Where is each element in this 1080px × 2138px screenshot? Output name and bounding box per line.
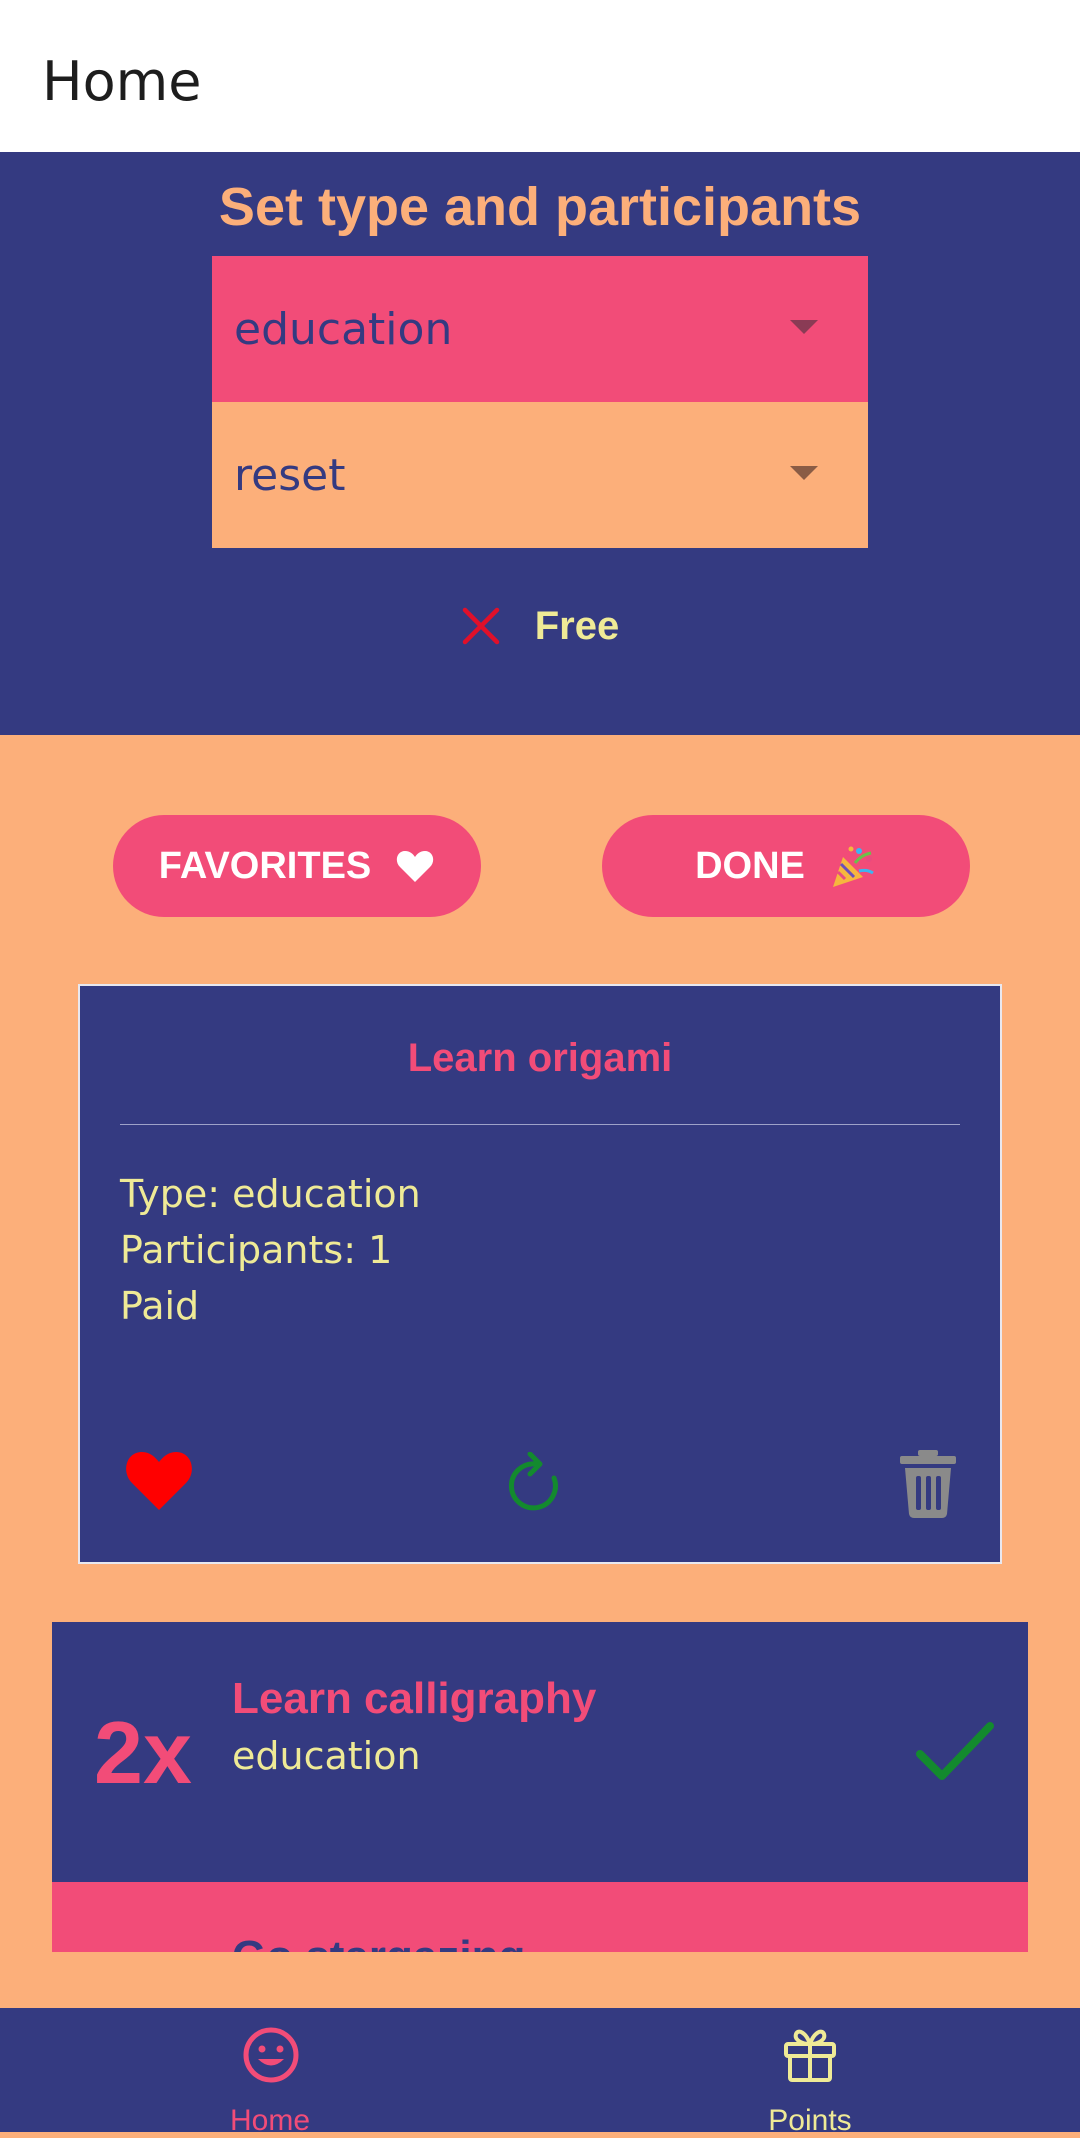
close-icon[interactable]	[461, 606, 501, 646]
done-list: 2x Learn calligraphy education Go starga…	[52, 1622, 1028, 1952]
smiley-icon	[243, 2027, 299, 2083]
done-button[interactable]: DONE	[602, 815, 970, 917]
party-popper-icon	[832, 846, 874, 887]
multiplier-badge: 2x	[94, 1703, 192, 1802]
filter-heading: Set type and participants	[218, 177, 862, 237]
list-item[interactable]: 2x Learn calligraphy education	[52, 1622, 1028, 1882]
nav-points[interactable]: Points	[540, 2008, 1080, 2137]
list-item-type: education	[232, 1734, 421, 1778]
gift-icon	[784, 2029, 836, 2082]
nav-home[interactable]: Home	[0, 2008, 540, 2137]
checkmark-icon[interactable]	[916, 1722, 994, 1782]
nav-home-label: Home	[229, 2104, 311, 2137]
activity-title: Learn origami	[407, 1036, 673, 1080]
bottom-nav: Home Points	[0, 2008, 1080, 2137]
list-item[interactable]: Go stargazing	[52, 1882, 1028, 1952]
page-title: Home	[42, 50, 202, 113]
app-bar: Home	[0, 0, 1080, 152]
list-item-title: Go stargazing	[232, 1932, 525, 1952]
free-toggle: Free	[0, 596, 1080, 656]
activity-participants: Participants: 1	[120, 1228, 393, 1272]
done-button-label: DONE	[695, 844, 805, 887]
heart-icon	[397, 851, 434, 882]
activity-price: Paid	[120, 1284, 200, 1328]
filter-section: Set type and participants education rese…	[0, 152, 1080, 735]
activity-card: Learn origami Type: education Participan…	[78, 984, 1002, 1564]
participants-select-value: reset	[234, 449, 346, 501]
heart-icon[interactable]	[124, 1450, 194, 1512]
chevron-down-icon	[790, 466, 818, 480]
divider	[120, 1124, 960, 1125]
free-label: Free	[534, 603, 620, 648]
refresh-icon[interactable]	[504, 1452, 568, 1518]
type-select[interactable]: education	[212, 256, 868, 402]
list-item-title: Learn calligraphy	[232, 1674, 597, 1723]
nav-points-label: Points	[768, 2104, 852, 2137]
favorites-button-label: FAVORITES	[158, 844, 372, 887]
activity-details: Type: education Participants: 1 Paid	[120, 1166, 421, 1334]
trash-icon[interactable]	[898, 1450, 958, 1518]
participants-select[interactable]: reset	[212, 402, 868, 548]
activity-type: Type: education	[120, 1172, 421, 1216]
type-select-value: education	[234, 303, 453, 355]
chevron-down-icon	[790, 320, 818, 334]
favorites-button[interactable]: FAVORITES	[113, 815, 481, 917]
